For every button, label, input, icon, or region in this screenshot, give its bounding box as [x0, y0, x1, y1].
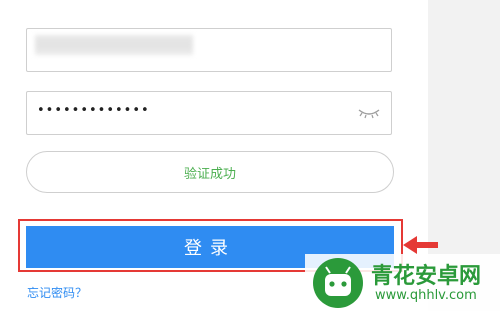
watermark-url: www.qhhlv.com — [375, 288, 477, 303]
qinghua-logo-icon — [313, 258, 363, 308]
red-arrow-icon — [403, 236, 438, 254]
forgot-password-link[interactable]: 忘记密码？ — [27, 284, 87, 301]
verify-status-text: 验证成功 — [183, 166, 236, 182]
captcha-verify-status[interactable]: 验证成功 — [26, 151, 394, 193]
eye-closed-icon[interactable] — [357, 107, 381, 119]
watermark-title: 青花安卓网 — [371, 264, 482, 289]
password-value: ••••••••••••• — [37, 103, 150, 118]
username-field[interactable] — [26, 28, 392, 72]
username-blurred-value — [35, 35, 193, 55]
password-field[interactable]: ••••••••••••• — [26, 91, 392, 135]
watermark: 青花安卓网 www.qhhlv.com — [305, 254, 500, 311]
